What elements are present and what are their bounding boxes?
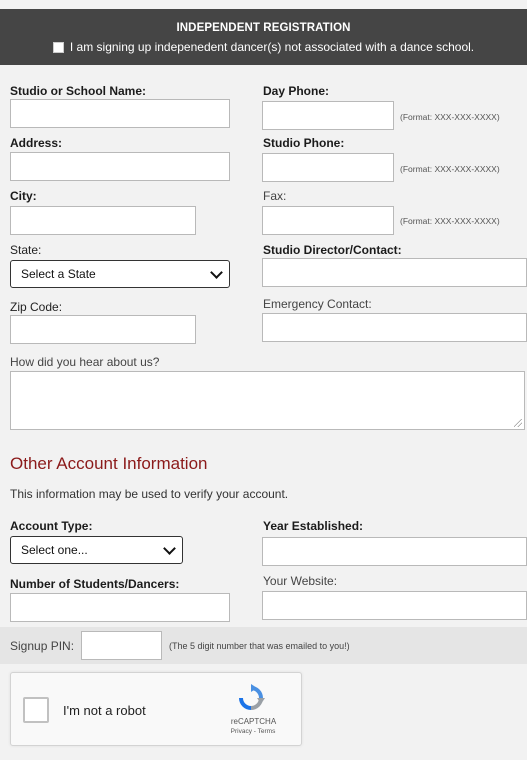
- recaptcha-widget: I'm not a robot reCAPTCHA Privacy - Term…: [10, 672, 302, 746]
- other-account-title: Other Account Information: [10, 454, 208, 473]
- account-type-label: Account Type:: [10, 519, 93, 533]
- state-label: State:: [10, 243, 42, 257]
- address-label: Address:: [10, 136, 63, 150]
- address-input[interactable]: [10, 152, 230, 181]
- signup-pin-input[interactable]: [81, 631, 162, 660]
- independent-option[interactable]: I am signing up indepenedent dancer(s) n…: [0, 40, 527, 54]
- num-students-input[interactable]: [10, 593, 230, 622]
- fax-format: (Format: XXX-XXX-XXXX): [400, 216, 500, 226]
- day-phone-label: Day Phone:: [263, 84, 330, 98]
- account-type-select[interactable]: Select one...: [10, 536, 183, 564]
- verify-note: This information may be used to verify y…: [10, 487, 289, 501]
- signup-pin-label: Signup PIN:: [10, 639, 75, 653]
- studio-name-input[interactable]: [10, 99, 230, 128]
- website-input[interactable]: [262, 591, 527, 620]
- emergency-contact-input[interactable]: [262, 313, 527, 342]
- signup-pin-bar: Signup PIN: (The 5 digit number that was…: [0, 627, 527, 664]
- resize-handle-icon[interactable]: [514, 419, 522, 427]
- zip-code-input[interactable]: [10, 315, 196, 344]
- city-input[interactable]: [10, 206, 196, 235]
- num-students-label: Number of Students/Dancers:: [10, 577, 180, 591]
- studio-director-input[interactable]: [262, 258, 527, 287]
- studio-phone-format: (Format: XXX-XXX-XXXX): [400, 164, 500, 174]
- signup-pin-hint: (The 5 digit number that was emailed to …: [169, 641, 350, 651]
- studio-phone-input[interactable]: [262, 153, 394, 182]
- recaptcha-label: I'm not a robot: [63, 703, 146, 718]
- fax-input[interactable]: [262, 206, 394, 235]
- recaptcha-links[interactable]: Privacy - Terms: [224, 728, 282, 735]
- studio-name-label: Studio or School Name:: [10, 84, 147, 98]
- state-select-value: Select a State: [21, 267, 96, 281]
- hear-about-label: How did you hear about us?: [10, 355, 160, 369]
- year-established-input[interactable]: [262, 537, 527, 566]
- independent-checkbox-label: I am signing up indepenedent dancer(s) n…: [69, 40, 475, 54]
- studio-director-label: Studio Director/Contact:: [263, 243, 402, 257]
- day-phone-format: (Format: XXX-XXX-XXXX): [400, 112, 500, 122]
- emergency-contact-label: Emergency Contact:: [263, 297, 372, 311]
- year-established-label: Year Established:: [263, 519, 364, 533]
- zip-code-label: Zip Code:: [10, 300, 63, 314]
- recaptcha-logo-icon: [239, 684, 265, 710]
- recaptcha-checkbox[interactable]: [23, 697, 49, 723]
- city-label: City:: [10, 189, 37, 203]
- recaptcha-brand: reCAPTCHA: [230, 717, 277, 726]
- independent-checkbox[interactable]: [52, 41, 64, 53]
- hear-about-textarea[interactable]: [10, 371, 525, 430]
- website-label: Your Website:: [263, 574, 338, 588]
- day-phone-input[interactable]: [262, 101, 394, 130]
- fax-label: Fax:: [263, 189, 287, 203]
- account-type-select-value: Select one...: [21, 543, 88, 557]
- header-title: INDEPENDENT REGISTRATION: [176, 22, 351, 34]
- chevron-down-icon: [210, 266, 223, 279]
- independent-registration-header: INDEPENDENT REGISTRATION I am signing up…: [0, 9, 527, 65]
- state-select[interactable]: Select a State: [10, 260, 230, 288]
- chevron-down-icon: [163, 542, 176, 555]
- studio-phone-label: Studio Phone:: [263, 136, 345, 150]
